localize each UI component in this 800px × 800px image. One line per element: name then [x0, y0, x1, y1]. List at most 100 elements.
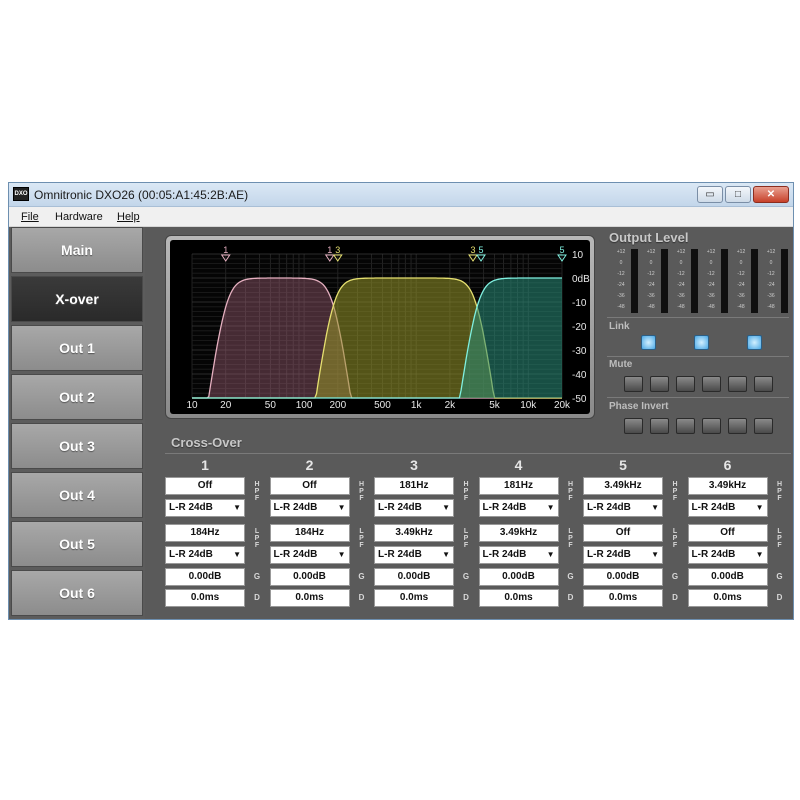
hpf-type-select[interactable]: L-R 24dB ▼: [687, 499, 768, 517]
output-level-title: Output Level: [609, 230, 689, 245]
phase-invert-button-5[interactable]: [728, 418, 747, 434]
lpf-type-select[interactable]: L-R 24dB ▼: [269, 546, 350, 564]
lpf-frequency-field[interactable]: 3.49kHz: [374, 524, 454, 542]
phase-invert-button-4[interactable]: [702, 418, 721, 434]
link-toggle-3[interactable]: [747, 335, 762, 350]
hpf-label-letter: H: [672, 481, 678, 488]
gain-field[interactable]: 0.00dB: [374, 568, 454, 586]
link-toggle-1[interactable]: [641, 335, 656, 350]
maximize-button[interactable]: □: [725, 186, 751, 203]
hpf-frequency-field[interactable]: Off: [165, 477, 245, 495]
output-meter-5: [751, 249, 758, 313]
nav-main[interactable]: Main: [11, 227, 143, 273]
nav-x-over[interactable]: X-over: [11, 276, 143, 322]
divider: [607, 397, 789, 398]
hpf-frequency-field[interactable]: 181Hz: [374, 477, 454, 495]
hpf-label: HPF: [252, 481, 262, 502]
lpf-frequency-field[interactable]: Off: [687, 524, 768, 542]
y-tick-label: 0dB: [572, 274, 590, 285]
lpf-type-select[interactable]: L-R 24dB ▼: [687, 546, 768, 564]
nav-out-1[interactable]: Out 1: [11, 325, 143, 371]
mute-button-2[interactable]: [650, 376, 669, 392]
nav-out-4[interactable]: Out 4: [11, 472, 143, 518]
mute-button-4[interactable]: [702, 376, 721, 392]
crossover-response-graph[interactable]: 10 20 50 100 200 500 1k 2k 5k 10k 20k 10 0dB -10 -20 -3…: [170, 240, 590, 414]
phase-invert-button-6[interactable]: [754, 418, 773, 434]
app-logo-icon: DXO: [13, 187, 29, 201]
lpf-frequency-field[interactable]: Off: [583, 524, 663, 542]
gain-field[interactable]: 0.00dB: [478, 568, 559, 586]
lpf-label-letter: L: [463, 528, 469, 535]
lpf-type-value: L-R 24dB: [482, 549, 527, 560]
close-button[interactable]: ✕: [753, 186, 789, 203]
gain-label: G: [358, 572, 365, 581]
hpf-type-value: L-R 24dB: [691, 502, 736, 513]
y-tick-label: -20: [572, 322, 587, 333]
hpf-frequency-field[interactable]: 181Hz: [478, 477, 559, 495]
lpf-frequency-field[interactable]: 3.49kHz: [478, 524, 559, 542]
hpf-label-letter: F: [359, 495, 364, 502]
minimize-button[interactable]: ▭: [697, 186, 723, 203]
output-meter-3: [691, 249, 698, 313]
menu-help[interactable]: Help: [117, 211, 140, 223]
delay-field[interactable]: 0.0ms: [269, 589, 350, 607]
lpf-type-value: L-R 24dB: [691, 549, 736, 560]
hpf-type-select[interactable]: L-R 24dB ▼: [165, 499, 245, 517]
delay-field[interactable]: 0.0ms: [165, 589, 245, 607]
lpf-type-select[interactable]: L-R 24dB ▼: [165, 546, 245, 564]
hpf-frequency-field[interactable]: Off: [269, 477, 350, 495]
chevron-down-icon: ▼: [755, 503, 764, 512]
delay-field[interactable]: 0.0ms: [478, 589, 559, 607]
gain-field[interactable]: 0.00dB: [165, 568, 245, 586]
chevron-down-icon: ▼: [442, 550, 450, 559]
gain-field[interactable]: 0.00dB: [687, 568, 768, 586]
meter-scale-tick: -36: [677, 293, 685, 299]
mute-button-5[interactable]: [728, 376, 747, 392]
meter-scale-tick: -48: [707, 304, 715, 310]
delay-label: D: [254, 593, 260, 602]
delay-field[interactable]: 0.0ms: [687, 589, 768, 607]
lpf-type-select[interactable]: L-R 24dB ▼: [478, 546, 559, 564]
menu-hardware[interactable]: Hardware: [55, 211, 103, 223]
window-title: Omnitronic DXO26 (00:05:A1:45:2B:AE): [34, 188, 249, 202]
hpf-type-select[interactable]: L-R 24dB ▼: [478, 499, 559, 517]
hpf-frequency-field[interactable]: 3.49kHz: [687, 477, 768, 495]
hpf-type-select[interactable]: L-R 24dB ▼: [374, 499, 454, 517]
hpf-type-value: L-R 24dB: [378, 502, 422, 513]
phase-invert-button-3[interactable]: [676, 418, 695, 434]
lpf-frequency-field[interactable]: 184Hz: [269, 524, 350, 542]
hpf-frequency-field[interactable]: 3.49kHz: [583, 477, 663, 495]
hpf-type-select[interactable]: L-R 24dB ▼: [583, 499, 663, 517]
link-toggle-2[interactable]: [694, 335, 709, 350]
nav-out-6[interactable]: Out 6: [11, 570, 143, 616]
lpf-label-letter: F: [672, 542, 678, 549]
mute-button-1[interactable]: [624, 376, 643, 392]
meter-scale-tick: +12: [706, 249, 716, 255]
gain-field[interactable]: 0.00dB: [269, 568, 350, 586]
nav-out-2[interactable]: Out 2: [11, 374, 143, 420]
phase-invert-button-1[interactable]: [624, 418, 643, 434]
lpf-frequency-field[interactable]: 184Hz: [165, 524, 245, 542]
hpf-type-select[interactable]: L-R 24dB ▼: [269, 499, 350, 517]
meter-scale-tick: +12: [646, 249, 656, 255]
meter-scale-tick: -36: [707, 293, 715, 299]
menu-file-label: File: [21, 211, 39, 223]
mute-button-6[interactable]: [754, 376, 773, 392]
delay-field[interactable]: 0.0ms: [374, 589, 454, 607]
gain-label: G: [567, 572, 574, 581]
lpf-label-letter: P: [254, 535, 260, 542]
meter-scale-tick: +12: [676, 249, 686, 255]
lpf-type-value: L-R 24dB: [273, 549, 318, 560]
lpf-type-select[interactable]: L-R 24dB ▼: [583, 546, 663, 564]
channel-number: 3: [410, 457, 418, 473]
gain-field[interactable]: 0.00dB: [583, 568, 663, 586]
delay-field[interactable]: 0.0ms: [583, 589, 663, 607]
x-tick-label: 50: [265, 400, 277, 411]
mute-button-3[interactable]: [676, 376, 695, 392]
menu-file[interactable]: File: [21, 211, 39, 223]
nav-out-5[interactable]: Out 5: [11, 521, 143, 567]
lpf-type-select[interactable]: L-R 24dB ▼: [374, 546, 454, 564]
phase-invert-title: Phase Invert: [609, 401, 669, 412]
nav-out-3[interactable]: Out 3: [11, 423, 143, 469]
phase-invert-button-2[interactable]: [650, 418, 669, 434]
